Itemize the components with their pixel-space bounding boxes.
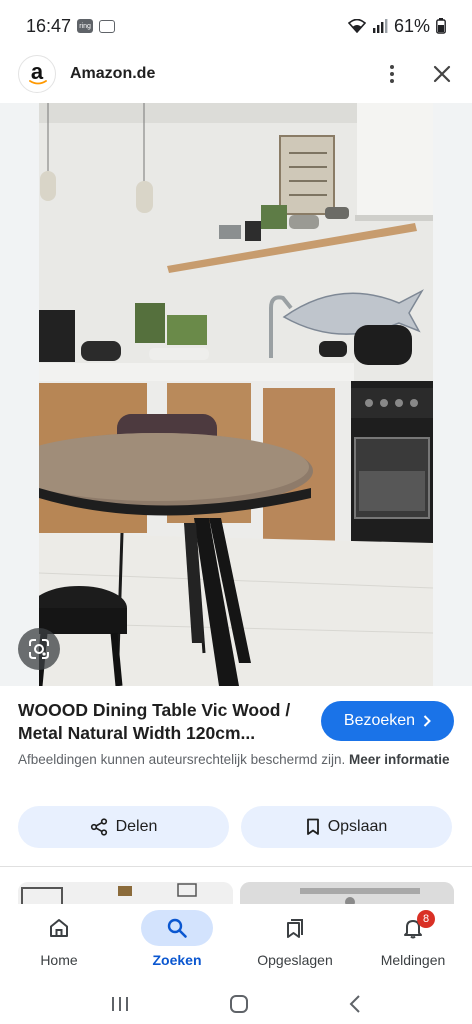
lens-icon <box>29 639 49 659</box>
nav-item-notifications[interactable]: 8 Meldingen <box>354 904 472 984</box>
save-button-label: Opslaan <box>327 818 388 835</box>
more-info-link[interactable]: Meer informatie <box>349 752 450 767</box>
calendar-notification-icon <box>99 19 116 33</box>
nav-item-home[interactable]: Home <box>0 904 118 984</box>
bookmark-icon <box>306 818 319 835</box>
google-lens-button[interactable] <box>18 628 60 670</box>
battery-percent: 61% <box>393 15 430 36</box>
bottom-navigation: Home Zoeken Opgeslagen 8 Meldingen <box>0 904 472 984</box>
home-icon <box>50 919 68 937</box>
home-button-icon[interactable] <box>229 994 249 1014</box>
more-options-icon[interactable] <box>382 62 402 86</box>
source-header: a Amazon.de <box>0 52 472 96</box>
nav-label-home: Home <box>40 952 78 968</box>
chevron-right-icon <box>423 715 431 727</box>
notification-badge: 8 <box>417 910 435 928</box>
amazon-logo-icon[interactable]: a <box>18 55 56 93</box>
product-image[interactable] <box>39 103 433 686</box>
status-right: 61% <box>347 15 446 37</box>
recent-apps-icon[interactable] <box>110 995 130 1013</box>
battery-icon <box>436 18 446 34</box>
nav-label-search: Zoeken <box>152 952 202 968</box>
nav-item-saved[interactable]: Opgeslagen <box>236 904 354 984</box>
status-time: 16:47 <box>26 15 72 36</box>
nav-label-notifications: Meldingen <box>380 952 446 968</box>
back-icon[interactable] <box>348 994 362 1014</box>
signal-icon <box>372 19 388 33</box>
copyright-notice-text: Afbeeldingen kunnen auteursrechtelijk be… <box>18 752 346 767</box>
wifi-icon <box>347 19 366 33</box>
collections-icon <box>287 919 303 938</box>
visit-button-label: Bezoeken <box>343 712 416 729</box>
ring-app-icon: ring <box>77 19 94 33</box>
system-navigation-bar <box>0 984 472 1024</box>
copyright-notice: Afbeeldingen kunnen auteursrechtelijk be… <box>18 750 458 769</box>
status-bar: 16:47 ring 61% <box>0 0 472 52</box>
result-title[interactable]: WOOOD Dining Table Vic Wood / Metal Natu… <box>18 699 310 745</box>
share-button-label: Delen <box>115 818 158 835</box>
save-button[interactable]: Opslaan <box>241 806 452 848</box>
visit-button[interactable]: Bezoeken <box>321 701 454 741</box>
site-name[interactable]: Amazon.de <box>70 65 155 83</box>
nav-item-search[interactable]: Zoeken <box>118 904 236 984</box>
nav-label-saved: Opgeslagen <box>257 952 333 968</box>
amazon-smile-icon <box>29 80 47 85</box>
image-preview-area <box>0 103 472 686</box>
close-icon[interactable] <box>430 62 454 86</box>
share-icon <box>90 818 107 836</box>
share-button[interactable]: Delen <box>18 806 229 848</box>
divider <box>0 866 472 867</box>
search-icon <box>167 918 187 938</box>
